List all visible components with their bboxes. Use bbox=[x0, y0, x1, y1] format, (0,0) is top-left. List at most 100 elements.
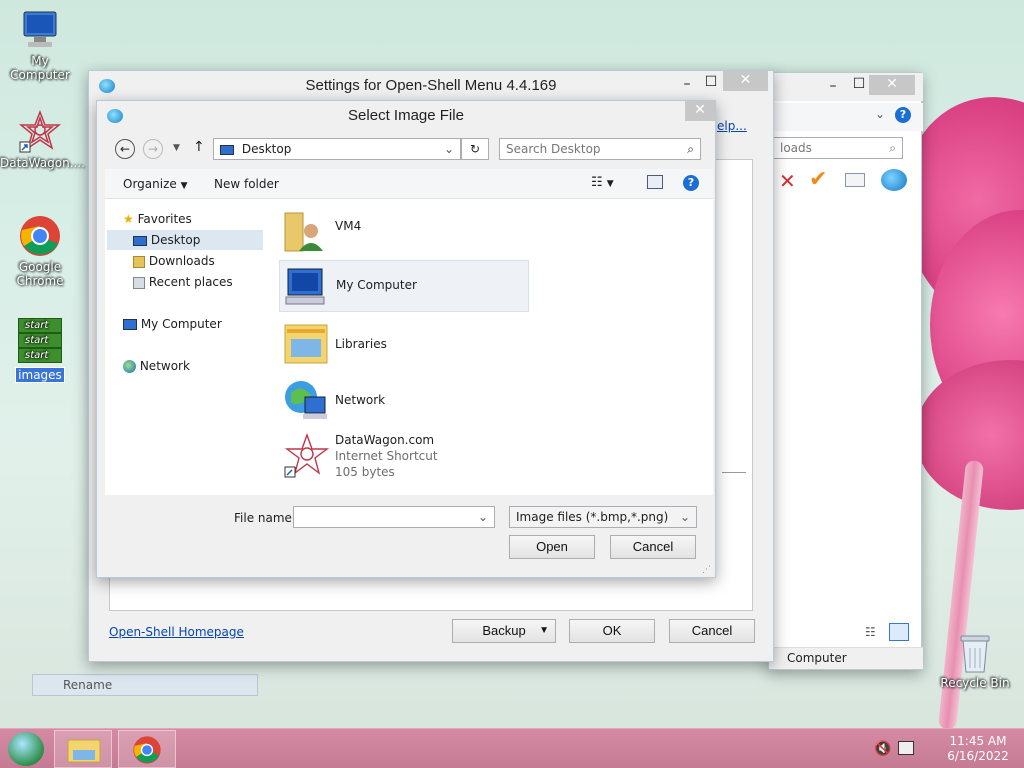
downloads-folder-icon bbox=[133, 255, 145, 268]
help-icon[interactable]: ? bbox=[683, 175, 699, 191]
clock-time: 11:45 AM bbox=[949, 734, 1007, 748]
chevron-down-icon[interactable]: ⌄ bbox=[875, 107, 885, 121]
up-arrow-icon[interactable]: ↑ bbox=[193, 139, 205, 155]
desktop-folder-icon bbox=[220, 144, 234, 155]
properties-icon[interactable] bbox=[845, 173, 865, 187]
open-shell-homepage-link[interactable]: Open-Shell Homepage bbox=[109, 625, 244, 639]
file-type: Internet Shortcut bbox=[335, 449, 438, 463]
start-tile: start bbox=[18, 318, 62, 333]
taskbar-chrome-button[interactable] bbox=[118, 730, 176, 768]
check-icon[interactable]: ✔ bbox=[809, 167, 827, 192]
close-button[interactable]: ✕ bbox=[685, 101, 715, 121]
close-button[interactable]: ✕ bbox=[869, 75, 915, 95]
tree-item-favorites[interactable]: ★ Favorites bbox=[123, 209, 192, 229]
desktop-icon-label: My Computer bbox=[10, 54, 70, 82]
tree-item-desktop[interactable]: Desktop bbox=[107, 230, 263, 250]
desktop-icon-label: Google Chrome bbox=[16, 260, 64, 288]
back-arrow-icon[interactable]: ← bbox=[115, 139, 135, 159]
refresh-icon: ↻ bbox=[469, 142, 481, 156]
volume-muted-icon[interactable]: 🔇 bbox=[874, 741, 891, 757]
help-link[interactable]: elp... bbox=[717, 119, 747, 133]
organize-button[interactable]: Organize ▼ bbox=[123, 177, 188, 191]
datawagon-shortcut-icon bbox=[284, 433, 329, 478]
desktop-icon-images[interactable]: start start start images bbox=[0, 318, 80, 383]
clock-date: 6/16/2022 bbox=[947, 749, 1009, 763]
tree-label: Desktop bbox=[150, 233, 201, 247]
computer-icon bbox=[18, 8, 62, 52]
desktop-icon-label: Recycle Bin bbox=[940, 676, 1010, 690]
dialog-titlebar: Select Image File ✕ bbox=[97, 101, 715, 131]
ok-button[interactable]: OK bbox=[569, 619, 655, 643]
chrome-icon bbox=[18, 214, 62, 258]
file-name-label: File name: bbox=[234, 511, 296, 525]
details-view-icon[interactable]: ☷ bbox=[865, 625, 885, 641]
cancel-button[interactable]: Cancel bbox=[610, 535, 696, 559]
cancel-button[interactable]: Cancel bbox=[669, 619, 755, 643]
file-item-vm4[interactable]: VM4 bbox=[279, 203, 529, 255]
file-name: My Computer bbox=[336, 278, 417, 292]
backup-button[interactable]: Backup ▼ bbox=[452, 619, 556, 643]
settings-title: Settings for Open-Shell Menu 4.4.169 bbox=[305, 77, 557, 94]
desktop-icon-datawagon[interactable]: DataWagon.... bbox=[0, 109, 85, 170]
desktop-icon-label-editing[interactable]: images bbox=[15, 367, 65, 383]
dropdown-arrow-icon: ▼ bbox=[539, 625, 549, 636]
tree-item-recent-places[interactable]: Recent places bbox=[133, 272, 233, 292]
search-input[interactable]: Search Desktop ⌕ bbox=[499, 138, 701, 160]
refresh-button[interactable]: ↻ bbox=[461, 138, 489, 160]
open-shell-icon[interactable] bbox=[881, 169, 907, 191]
resize-grip-icon[interactable]: ⋰ bbox=[702, 565, 711, 575]
recent-locations-chevron-icon[interactable]: ▼ bbox=[173, 143, 180, 153]
large-icons-view-icon[interactable] bbox=[889, 623, 909, 641]
chevron-down-icon[interactable]: ⌄ bbox=[444, 139, 454, 159]
start-tile: start bbox=[18, 333, 62, 348]
file-item-network[interactable]: Network bbox=[279, 373, 529, 425]
datawagon-shortcut-icon bbox=[18, 109, 62, 154]
desktop-icon-my-computer[interactable]: My Computer bbox=[0, 8, 80, 82]
tree-item-network[interactable]: Network bbox=[123, 356, 190, 376]
tree-item-downloads[interactable]: Downloads bbox=[133, 251, 215, 271]
help-icon[interactable]: ? bbox=[895, 107, 911, 123]
forward-arrow-icon[interactable]: → bbox=[143, 139, 163, 159]
dialog-title: Select Image File bbox=[348, 107, 464, 124]
preview-pane-icon[interactable] bbox=[647, 175, 663, 189]
file-item-datawagon[interactable]: DataWagon.com Internet Shortcut 105 byte… bbox=[279, 429, 529, 487]
explorer-toolbar: ✕ ✔ bbox=[769, 167, 923, 197]
backup-label: Backup bbox=[482, 623, 526, 638]
tree-item-my-computer[interactable]: My Computer bbox=[123, 314, 222, 334]
delete-icon[interactable]: ✕ bbox=[779, 169, 796, 193]
chevron-down-icon: ⌄ bbox=[679, 510, 690, 524]
file-list: VM4 My Computer Libraries Network DataWa… bbox=[265, 199, 713, 495]
libraries-icon bbox=[284, 324, 328, 364]
desktop-icon-recycle-bin[interactable]: Recycle Bin bbox=[935, 630, 1015, 690]
maximize-button[interactable]: ☐ bbox=[697, 73, 725, 93]
clock[interactable]: 11:45 AM 6/16/2022 bbox=[938, 734, 1018, 764]
file-type-select[interactable]: Image files (*.bmp,*.png) ⌄ bbox=[509, 506, 697, 528]
chevron-down-icon[interactable]: ⌄ bbox=[478, 507, 488, 527]
address-bar[interactable]: Desktop ⌄ bbox=[213, 138, 461, 160]
view-options-icon[interactable]: ☷ ▼ bbox=[591, 175, 614, 190]
dialog-toolbar: Organize ▼ New folder ☷ ▼ ? bbox=[105, 169, 713, 199]
file-item-libraries[interactable]: Libraries bbox=[279, 317, 529, 369]
file-name-input[interactable]: ⌄ bbox=[293, 506, 495, 528]
file-name: VM4 bbox=[335, 219, 362, 233]
rename-bar[interactable]: Rename bbox=[32, 674, 258, 696]
new-folder-button[interactable]: New folder bbox=[214, 177, 279, 191]
address-text: Desktop bbox=[241, 142, 292, 156]
minimize-button[interactable]: – bbox=[819, 77, 847, 97]
explorer-search-input[interactable]: loads ⌕ bbox=[773, 137, 903, 159]
network-tray-icon[interactable] bbox=[898, 741, 914, 755]
explorer-window-back: – ☐ ✕ ⌄ ? loads ⌕ ✕ ✔ ☷ Computer bbox=[768, 72, 923, 670]
taskbar-explorer-button[interactable] bbox=[54, 730, 112, 768]
open-button[interactable]: Open bbox=[509, 535, 595, 559]
computer-icon bbox=[285, 268, 325, 305]
close-button[interactable]: ✕ bbox=[723, 71, 768, 91]
start-button[interactable] bbox=[8, 732, 44, 766]
search-icon: ⌕ bbox=[889, 141, 896, 155]
chrome-icon bbox=[133, 736, 161, 764]
desktop-icon-google-chrome[interactable]: Google Chrome bbox=[0, 214, 80, 288]
file-item-my-computer[interactable]: My Computer bbox=[279, 260, 529, 312]
explorer-status-bar: Computer bbox=[769, 647, 923, 669]
start-tile: start bbox=[18, 348, 62, 363]
file-type-value: Image files (*.bmp,*.png) bbox=[516, 510, 669, 524]
computer-icon bbox=[123, 319, 137, 330]
